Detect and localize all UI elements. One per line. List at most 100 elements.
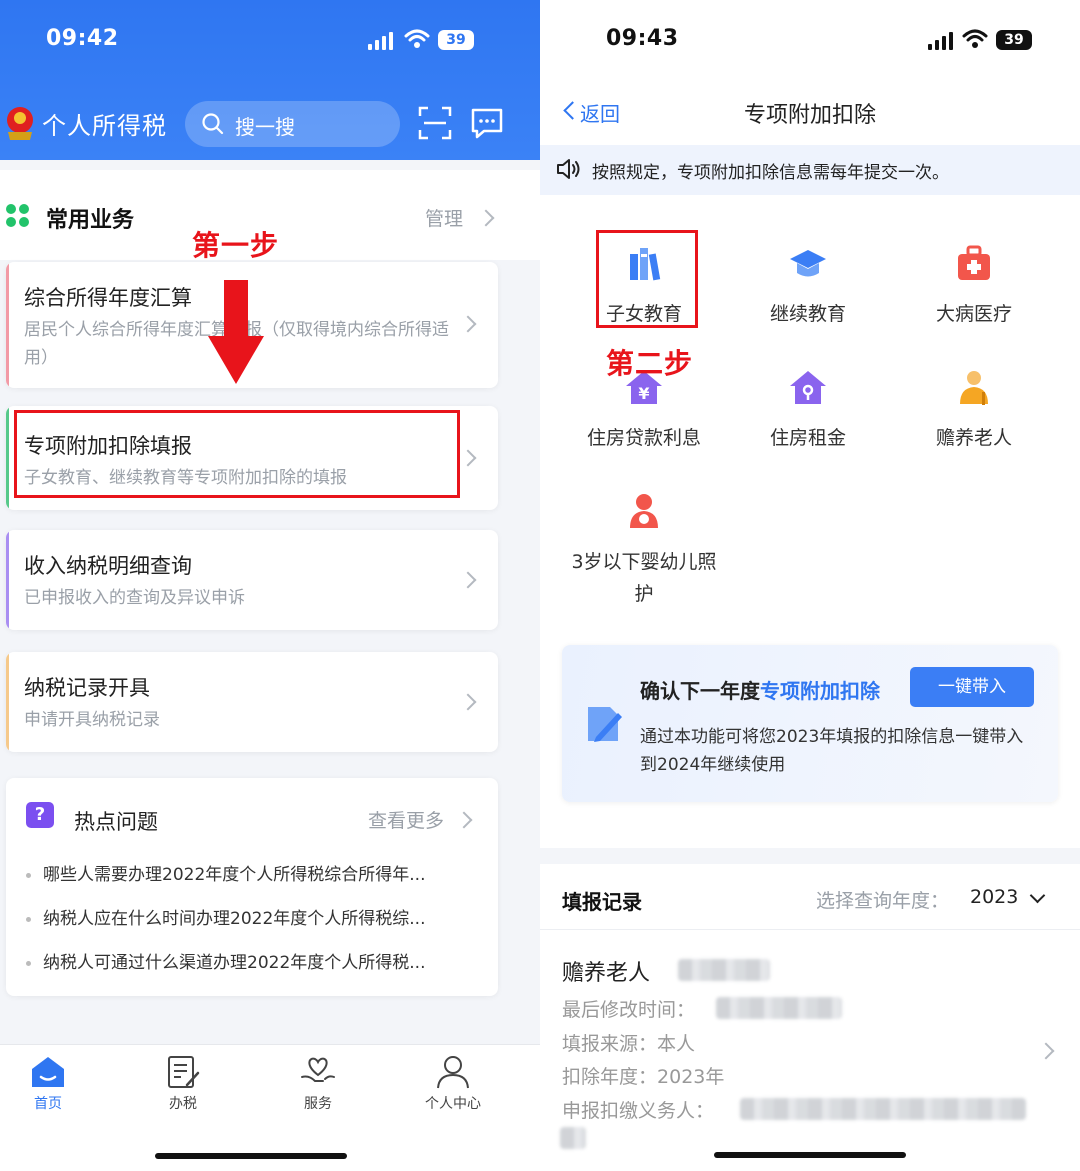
status-bar: 09:42 39 xyxy=(0,22,540,62)
step1-annotation: 第一步 xyxy=(192,229,280,262)
view-more-link[interactable]: 查看更多 xyxy=(368,806,444,833)
house-key-icon xyxy=(790,371,826,404)
cellular-signal-icon xyxy=(928,32,954,50)
year-select-label: 选择查询年度： xyxy=(816,890,950,912)
wifi-icon xyxy=(962,29,988,48)
national-emblem-icon xyxy=(7,107,33,140)
bullet xyxy=(26,960,31,966)
highlight-box xyxy=(596,230,698,328)
graduation-cap-icon xyxy=(790,250,826,277)
svg-text:¥: ¥ xyxy=(638,384,649,403)
home-icon xyxy=(32,1057,64,1087)
grid-item-medical[interactable]: 大病医疗 xyxy=(892,244,1056,330)
hot-question-item[interactable]: 哪些人需要办理2022年度个人所得税综合所得年... xyxy=(26,860,476,885)
arrow-down-icon xyxy=(208,280,264,384)
grid-item-label: 继续教育 xyxy=(769,303,846,325)
card-accent xyxy=(6,406,9,510)
card-subtitle: 申请开具纳税记录 xyxy=(24,710,160,730)
chevron-right-icon xyxy=(459,449,477,467)
carry-forward-card: 确认下一年度专项附加扣除 一键带入 通过本功能可将您2023年填报的扣除信息一键… xyxy=(562,645,1058,802)
highlight-box xyxy=(14,410,460,498)
grid-item-label: 住房贷款利息 xyxy=(586,427,701,449)
left-screen: 09:42 39 个人所得税 搜一搜 常用业务 管理 综合所得年度汇算 居民个人… xyxy=(0,0,540,1171)
chevron-down-icon[interactable] xyxy=(1029,887,1046,904)
card-accent xyxy=(6,652,9,752)
wifi-icon xyxy=(404,29,430,48)
hot-question-item[interactable]: 纳税人应在什么时间办理2022年度个人所得税综... xyxy=(26,904,476,929)
card-accent xyxy=(6,530,9,630)
message-icon[interactable] xyxy=(470,106,504,140)
status-bar: 09:43 39 xyxy=(540,22,1080,62)
grid-item-label: 大病医疗 xyxy=(935,303,1012,325)
chevron-right-icon xyxy=(1037,1042,1055,1060)
question-icon: ? xyxy=(26,802,54,828)
records-title: 填报记录 xyxy=(562,890,642,914)
pen-document-icon xyxy=(588,707,622,742)
manage-link[interactable]: 管理 xyxy=(425,204,463,231)
card-accent xyxy=(6,262,9,388)
chevron-right-icon xyxy=(459,315,477,333)
card-title: 纳税记录开具 xyxy=(24,676,150,700)
step2-annotation: 第二步 xyxy=(606,347,694,380)
mother-baby-icon xyxy=(630,494,658,528)
section-divider xyxy=(540,848,1080,864)
notice-text: 按照规定，专项附加扣除信息需每年提交一次。 xyxy=(592,163,949,183)
card-tax-record[interactable]: 纳税记录开具 申请开具纳税记录 xyxy=(6,652,498,752)
record-name: 赡养老人 xyxy=(562,961,651,986)
right-screen: 09:43 39 专项附加扣除 返回 按照规定，专项附加扣除信息需每年提交一次。 xyxy=(540,0,1080,1171)
grid-item-elderly-support[interactable]: 赡养老人 xyxy=(892,368,1056,454)
medical-kit-icon xyxy=(958,245,990,280)
bottom-tab-bar: 首页 办税 服务 个人中心 xyxy=(0,1044,540,1171)
records-header: 填报记录 选择查询年度： 2023 xyxy=(540,864,1080,930)
record-modified-label: 最后修改时间： xyxy=(562,999,696,1021)
tab-profile[interactable]: 个人中心 xyxy=(413,1055,493,1125)
chevron-right-icon xyxy=(459,571,477,589)
grid-item-label: 赡养老人 xyxy=(935,427,1012,449)
search-input[interactable]: 搜一搜 xyxy=(185,101,400,147)
hot-questions: ? 热点问题 查看更多 哪些人需要办理2022年度个人所得税综合所得年... 纳… xyxy=(6,778,498,996)
card-income-query[interactable]: 收入纳税明细查询 已申报收入的查询及异议申诉 xyxy=(6,530,498,630)
card-title: 收入纳税明细查询 xyxy=(24,554,192,578)
edit-doc-icon xyxy=(168,1056,200,1088)
one-click-import-button[interactable]: 一键带入 xyxy=(910,667,1034,707)
record-source: 填报来源：本人 xyxy=(562,1033,696,1055)
grid-item-label: 3岁以下婴幼儿照护 xyxy=(571,551,717,605)
app-header: 09:42 39 个人所得税 搜一搜 xyxy=(0,0,540,160)
home-indicator xyxy=(155,1153,347,1159)
search-placeholder: 搜一搜 xyxy=(235,115,295,139)
cellular-signal-icon xyxy=(368,32,394,50)
card-title: 综合所得年度汇算 xyxy=(24,286,192,310)
battery-icon: 39 xyxy=(996,30,1032,50)
search-icon xyxy=(202,113,224,135)
promo-title: 确认下一年度专项附加扣除 xyxy=(640,679,880,703)
tab-home[interactable]: 首页 xyxy=(8,1055,88,1125)
section-title: 常用业务 xyxy=(46,208,135,233)
grid-icon xyxy=(6,204,30,228)
redacted-withholder-cont xyxy=(560,1127,586,1149)
status-time: 09:42 xyxy=(46,26,119,51)
scan-icon[interactable] xyxy=(418,106,452,140)
grid-item-housing-rent[interactable]: 住房租金 xyxy=(726,368,890,454)
hot-title: 热点问题 xyxy=(74,810,158,834)
heart-hand-icon xyxy=(301,1057,335,1082)
card-subtitle: 已申报收入的查询及异议申诉 xyxy=(24,588,245,608)
record-withholder-label: 申报扣缴义务人： xyxy=(562,1100,715,1122)
grid-item-infant-care[interactable]: 3岁以下婴幼儿照护 xyxy=(562,492,726,610)
grid-item-continuing-education[interactable]: 继续教育 xyxy=(726,244,890,330)
home-indicator xyxy=(714,1152,906,1158)
nav-bar: 专项附加扣除 返回 xyxy=(540,90,1080,140)
chevron-right-icon xyxy=(455,811,473,829)
speaker-icon xyxy=(557,159,580,179)
app-title: 个人所得税 xyxy=(42,112,167,140)
bullet xyxy=(26,916,31,922)
hot-question-item[interactable]: 纳税人可通过什么渠道办理2022年度个人所得税... xyxy=(26,948,476,973)
redacted-withholder xyxy=(740,1098,1026,1120)
tab-service[interactable]: 服务 xyxy=(278,1055,358,1125)
tab-tax[interactable]: 办税 xyxy=(143,1055,223,1125)
chevron-right-icon xyxy=(459,693,477,711)
user-icon xyxy=(437,1056,469,1089)
year-select[interactable]: 2023 xyxy=(970,886,1018,908)
notice-banner: 按照规定，专项附加扣除信息需每年提交一次。 xyxy=(540,145,1080,195)
record-item[interactable]: 赡养老人 最后修改时间： 填报来源：本人 扣除年度：2023年 申报扣缴义务人： xyxy=(540,931,1080,1171)
redacted-name xyxy=(678,959,770,981)
